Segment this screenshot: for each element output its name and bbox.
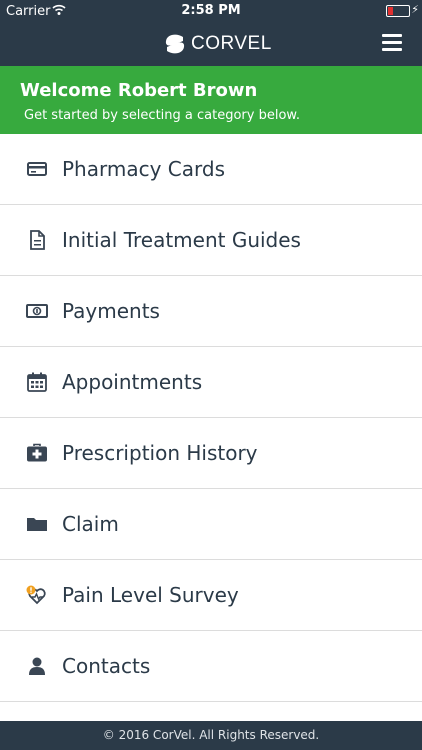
menu-item-initial-treatment-guides[interactable]: Initial Treatment Guides (0, 205, 422, 276)
credit-card-icon (26, 159, 48, 179)
welcome-banner: Welcome Robert Brown Get started by sele… (0, 66, 422, 134)
user-icon (26, 656, 48, 676)
document-icon (26, 230, 48, 250)
footer-copyright: © 2016 CorVel. All Rights Reserved. (0, 721, 422, 750)
welcome-subtitle: Get started by selecting a category belo… (24, 108, 300, 123)
menu-item-label: Contacts (62, 654, 151, 678)
menu-item-pain-level-survey[interactable]: Pain Level Survey (0, 560, 422, 631)
menu-item-appointments[interactable]: Appointments (0, 347, 422, 418)
menu-item-label: Initial Treatment Guides (62, 228, 301, 252)
battery-icon (386, 5, 410, 17)
brand-name: CORVEL (191, 33, 272, 54)
status-time: 2:58 PM (181, 3, 241, 18)
pain-survey-icon (26, 585, 48, 605)
menu-item-label: Claim (62, 512, 119, 536)
menu-item-contacts[interactable]: Contacts (0, 631, 422, 702)
menu-item-label: Prescription History (62, 441, 258, 465)
menu-item-label: Appointments (62, 370, 203, 394)
welcome-title: Welcome Robert Brown (20, 80, 258, 101)
folder-icon (26, 514, 48, 534)
menu-item-prescription-history[interactable]: Prescription History (0, 418, 422, 489)
menu-item-label: Payments (62, 299, 160, 323)
menu-item-pharmacy-cards[interactable]: Pharmacy Cards (0, 134, 422, 205)
calendar-icon (26, 372, 48, 392)
app-header: CORVEL (0, 22, 422, 66)
money-icon (26, 301, 48, 321)
status-bar: Carrier 2:58 PM ⚡ (0, 0, 422, 22)
category-menu: Pharmacy Cards Initial Treatment Guides … (0, 134, 422, 702)
menu-item-label: Pharmacy Cards (62, 157, 225, 181)
menu-item-label: Pain Level Survey (62, 583, 239, 607)
corvel-logo: CORVEL (163, 31, 272, 57)
hamburger-menu-button[interactable] (382, 34, 402, 54)
menu-item-payments[interactable]: Payments (0, 276, 422, 347)
charging-icon: ⚡ (411, 3, 419, 16)
medical-kit-icon (26, 443, 48, 463)
menu-item-claim[interactable]: Claim (0, 489, 422, 560)
corvel-logo-icon (165, 34, 185, 54)
